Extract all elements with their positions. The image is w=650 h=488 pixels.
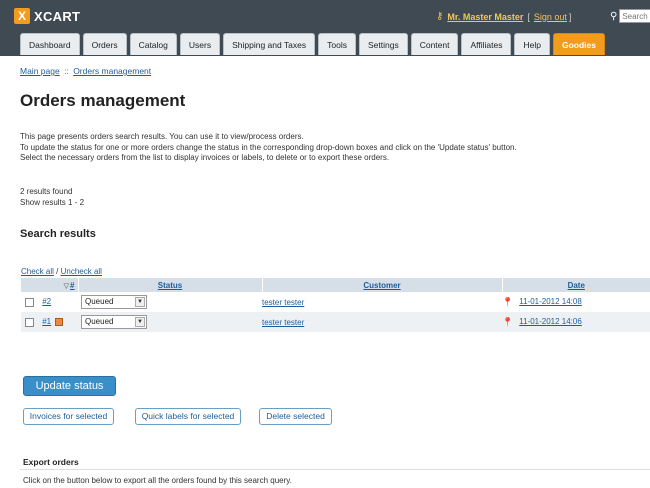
tab-settings[interactable]: Settings [358, 33, 408, 55]
tab-affiliates[interactable]: Affiliates [461, 33, 512, 55]
invoices-for-selected-button[interactable]: Invoices for selected [23, 408, 114, 425]
tab-shipping-taxes[interactable]: Shipping and Taxes [223, 33, 316, 55]
order-checkbox[interactable] [25, 297, 34, 307]
export-orders-description: Click on the button below to export all … [23, 476, 292, 485]
check-links-separator: / [56, 267, 59, 276]
key-icon: ⚷ [436, 11, 444, 22]
search-icon[interactable]: ⚲ [610, 11, 617, 22]
results-found-text: 2 results found [20, 187, 73, 196]
export-orders-title: Export orders [23, 457, 79, 467]
chevron-down-icon: ▼ [135, 297, 145, 307]
order-status-cell: Queued ▼ [78, 292, 262, 312]
description-line: This page presents orders search results… [20, 132, 304, 141]
tab-dashboard[interactable]: Dashboard [20, 33, 80, 55]
update-status-button[interactable]: Update status [23, 376, 116, 396]
export-divider [20, 469, 650, 470]
tab-catalog[interactable]: Catalog [129, 33, 177, 55]
order-status-select[interactable]: Queued ▼ [81, 295, 147, 309]
chevron-down-icon: ▼ [135, 317, 145, 327]
user-bar-separator: [ [527, 11, 530, 22]
main-nav-tabs: Dashboard Orders Catalog Users Shipping … [20, 33, 608, 55]
logo[interactable]: X XCART [14, 8, 80, 24]
logo-text: XCART [34, 8, 81, 24]
search-box: ⚲ [610, 9, 650, 23]
order-customer-cell: tester tester [262, 292, 502, 312]
header-customer[interactable]: Customer [262, 278, 503, 292]
order-date-cell: 📍 11-01-2012 14:08 [502, 292, 650, 312]
order-date-cell: 📍 11-01-2012 14:06 [502, 312, 650, 332]
order-customer-cell: tester tester [262, 312, 502, 332]
customer-link[interactable]: tester tester [262, 298, 304, 307]
breadcrumb-separator: :: [64, 66, 69, 76]
order-checkbox[interactable] [25, 317, 34, 327]
order-number-link[interactable]: #1 [42, 317, 51, 326]
order-number-link[interactable]: #2 [42, 297, 51, 306]
orders-table: ▽# Status Customer Date #2 Queued ▼ teste… [21, 278, 650, 332]
sort-by-date-link[interactable]: Date [568, 281, 585, 290]
tab-content[interactable]: Content [410, 33, 459, 55]
table-row: #1 Queued ▼ tester tester 📍 11-01-2012 14:… [21, 312, 650, 332]
tab-users[interactable]: Users [179, 33, 221, 55]
order-date-link[interactable]: 11-01-2012 14:06 [519, 317, 582, 326]
xcart-logo-icon: X [14, 8, 30, 24]
tab-goodies[interactable]: Goodies [552, 33, 605, 55]
header-status[interactable]: Status [78, 278, 263, 292]
order-date-link[interactable]: 11-01-2012 14:08 [519, 297, 582, 306]
top-header: X XCART ⚷ Mr. Master Master [ Sign out ]… [0, 0, 650, 56]
breadcrumb-main-page[interactable]: Main page [20, 66, 60, 76]
quick-labels-button[interactable]: Quick labels for selected [135, 408, 241, 425]
order-status-value: Queued [85, 317, 114, 326]
sort-desc-icon: ▽ [63, 282, 70, 290]
order-select-cell: #2 [21, 292, 78, 312]
check-all-link[interactable]: Check all [21, 267, 54, 276]
order-status-cell: Queued ▼ [78, 312, 262, 332]
user-bar: ⚷ Mr. Master Master [ Sign out ] [436, 11, 575, 22]
sign-out-link[interactable]: Sign out [534, 12, 567, 22]
page-title: Orders management [20, 91, 186, 110]
tab-help[interactable]: Help [514, 33, 550, 55]
search-input[interactable] [619, 9, 650, 23]
sort-by-customer-link[interactable]: Customer [363, 281, 400, 290]
uncheck-all-link[interactable]: Uncheck all [61, 267, 102, 276]
delete-selected-button[interactable]: Delete selected [259, 408, 332, 425]
map-pin-icon[interactable]: 📍 [502, 297, 513, 308]
tab-orders[interactable]: Orders [82, 33, 127, 55]
tab-tools[interactable]: Tools [318, 33, 356, 55]
results-range-text: Show results 1 - 2 [20, 198, 85, 207]
map-pin-icon[interactable]: 📍 [502, 317, 513, 328]
sort-by-status-link[interactable]: Status [158, 281, 182, 290]
header-num[interactable]: ▽# [21, 278, 79, 292]
order-flag-icon [55, 318, 64, 327]
table-row: #2 Queued ▼ tester tester 📍 11-01-2012 14:… [21, 292, 650, 312]
breadcrumb: Main page :: Orders management [20, 66, 151, 76]
description-line: To update the status for one or more ord… [20, 142, 517, 152]
description-line: Select the necessary orders from the lis… [20, 153, 390, 162]
table-header-row: ▽# Status Customer Date [21, 278, 650, 292]
check-links: Check all / Uncheck all [21, 267, 102, 276]
user-bar-separator-end: ] [568, 11, 572, 22]
search-results-title: Search results [20, 228, 96, 240]
order-select-cell: #1 [21, 312, 78, 332]
order-status-value: Queued [85, 297, 114, 306]
results-info: 2 results found Show results 1 - 2 [20, 186, 84, 208]
breadcrumb-orders-management[interactable]: Orders management [73, 66, 151, 76]
order-status-select[interactable]: Queued ▼ [81, 315, 147, 329]
page-description: This page presents orders search results… [20, 132, 517, 164]
user-name-link[interactable]: Mr. Master Master [447, 12, 523, 22]
header-date[interactable]: Date [502, 278, 650, 292]
customer-link[interactable]: tester tester [262, 318, 304, 327]
sort-by-number-link[interactable]: # [70, 281, 74, 290]
